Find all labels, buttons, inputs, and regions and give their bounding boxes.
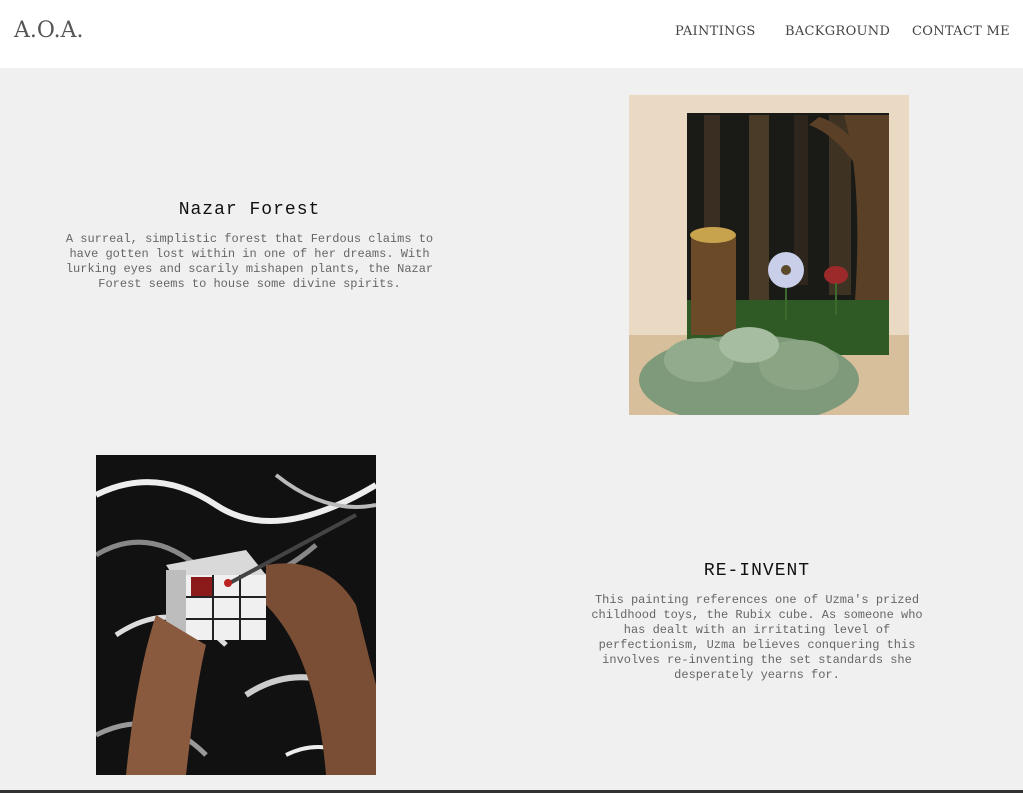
nav-background[interactable]: BACKGROUND [785, 24, 890, 39]
artwork-description: This painting references one of Uzma's p… [591, 593, 923, 682]
artwork-info-re-invent: RE-INVENT This painting references one o… [577, 561, 937, 683]
nav-contact-me[interactable]: CONTACT ME [912, 24, 1010, 39]
artwork-info-nazar-forest: Nazar Forest A surreal, simplistic fores… [62, 200, 437, 292]
artwork-title: Nazar Forest [178, 200, 321, 220]
painting-image-re-invent[interactable] [96, 455, 376, 775]
forest-painting-illustration [629, 95, 909, 415]
site-logo[interactable]: A.O.A. [14, 18, 84, 43]
site-header: A.O.A. PAINTINGS BACKGROUND CONTACT ME [0, 0, 1023, 68]
nav-paintings[interactable]: PAINTINGS [675, 24, 756, 39]
rubix-painting-illustration [96, 455, 376, 775]
painting-image-nazar-forest[interactable] [629, 95, 909, 415]
artwork-description: A surreal, simplistic forest that Ferdou… [65, 232, 434, 291]
artwork-title: RE-INVENT [703, 561, 811, 581]
